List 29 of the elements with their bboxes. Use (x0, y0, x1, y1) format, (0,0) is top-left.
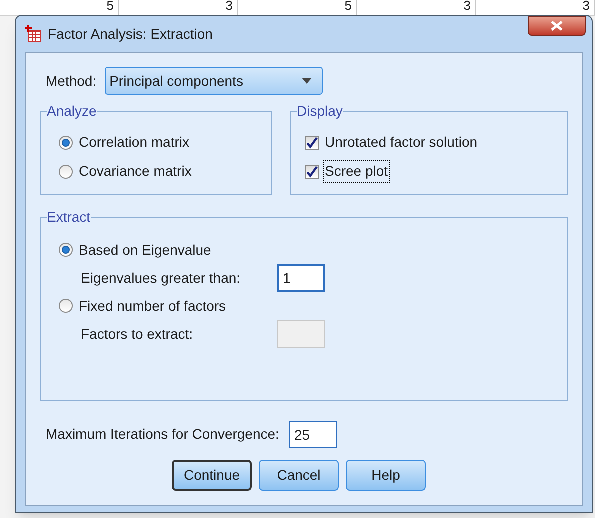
radio-label: Covariance matrix (79, 162, 192, 181)
app-icon (24, 25, 42, 43)
dialog-button[interactable]: Help (346, 460, 426, 491)
close-icon (551, 21, 563, 31)
dialog-button[interactable]: Cancel (259, 460, 339, 491)
method-label: Method: (46, 72, 97, 90)
radio-button[interactable] (59, 136, 73, 150)
number-field[interactable]: 1 (277, 264, 325, 292)
radio-label: Fixed number of factors (79, 296, 226, 316)
method-dropdown[interactable]: Principal components (104, 67, 323, 95)
checkbox[interactable] (305, 164, 319, 178)
dialog-button[interactable]: Continue (172, 460, 252, 491)
close-button[interactable] (528, 16, 586, 36)
iterations-label: Maximum Iterations for Convergence: (46, 425, 280, 444)
group-title: Extract (47, 208, 91, 227)
checkbox[interactable] (305, 136, 319, 150)
radio-button[interactable] (59, 164, 73, 178)
radio-button[interactable] (59, 243, 73, 257)
group-title: Analyze (47, 102, 97, 121)
group-title: Display (297, 102, 343, 121)
iterations-field[interactable]: 25 (289, 421, 338, 448)
checkbox-label: Scree plot (324, 161, 390, 182)
radio-label: Based on Eigenvalue (79, 240, 212, 260)
field-label: Factors to extract: (81, 324, 194, 344)
radio-label: Correlation matrix (79, 133, 190, 152)
field-label: Eigenvalues greater than: (81, 268, 242, 288)
window-title: Factor Analysis: Extraction (48, 24, 213, 44)
dropdown-arrow-icon (302, 78, 312, 84)
checkbox-label: Unrotated factor solution (324, 133, 479, 152)
